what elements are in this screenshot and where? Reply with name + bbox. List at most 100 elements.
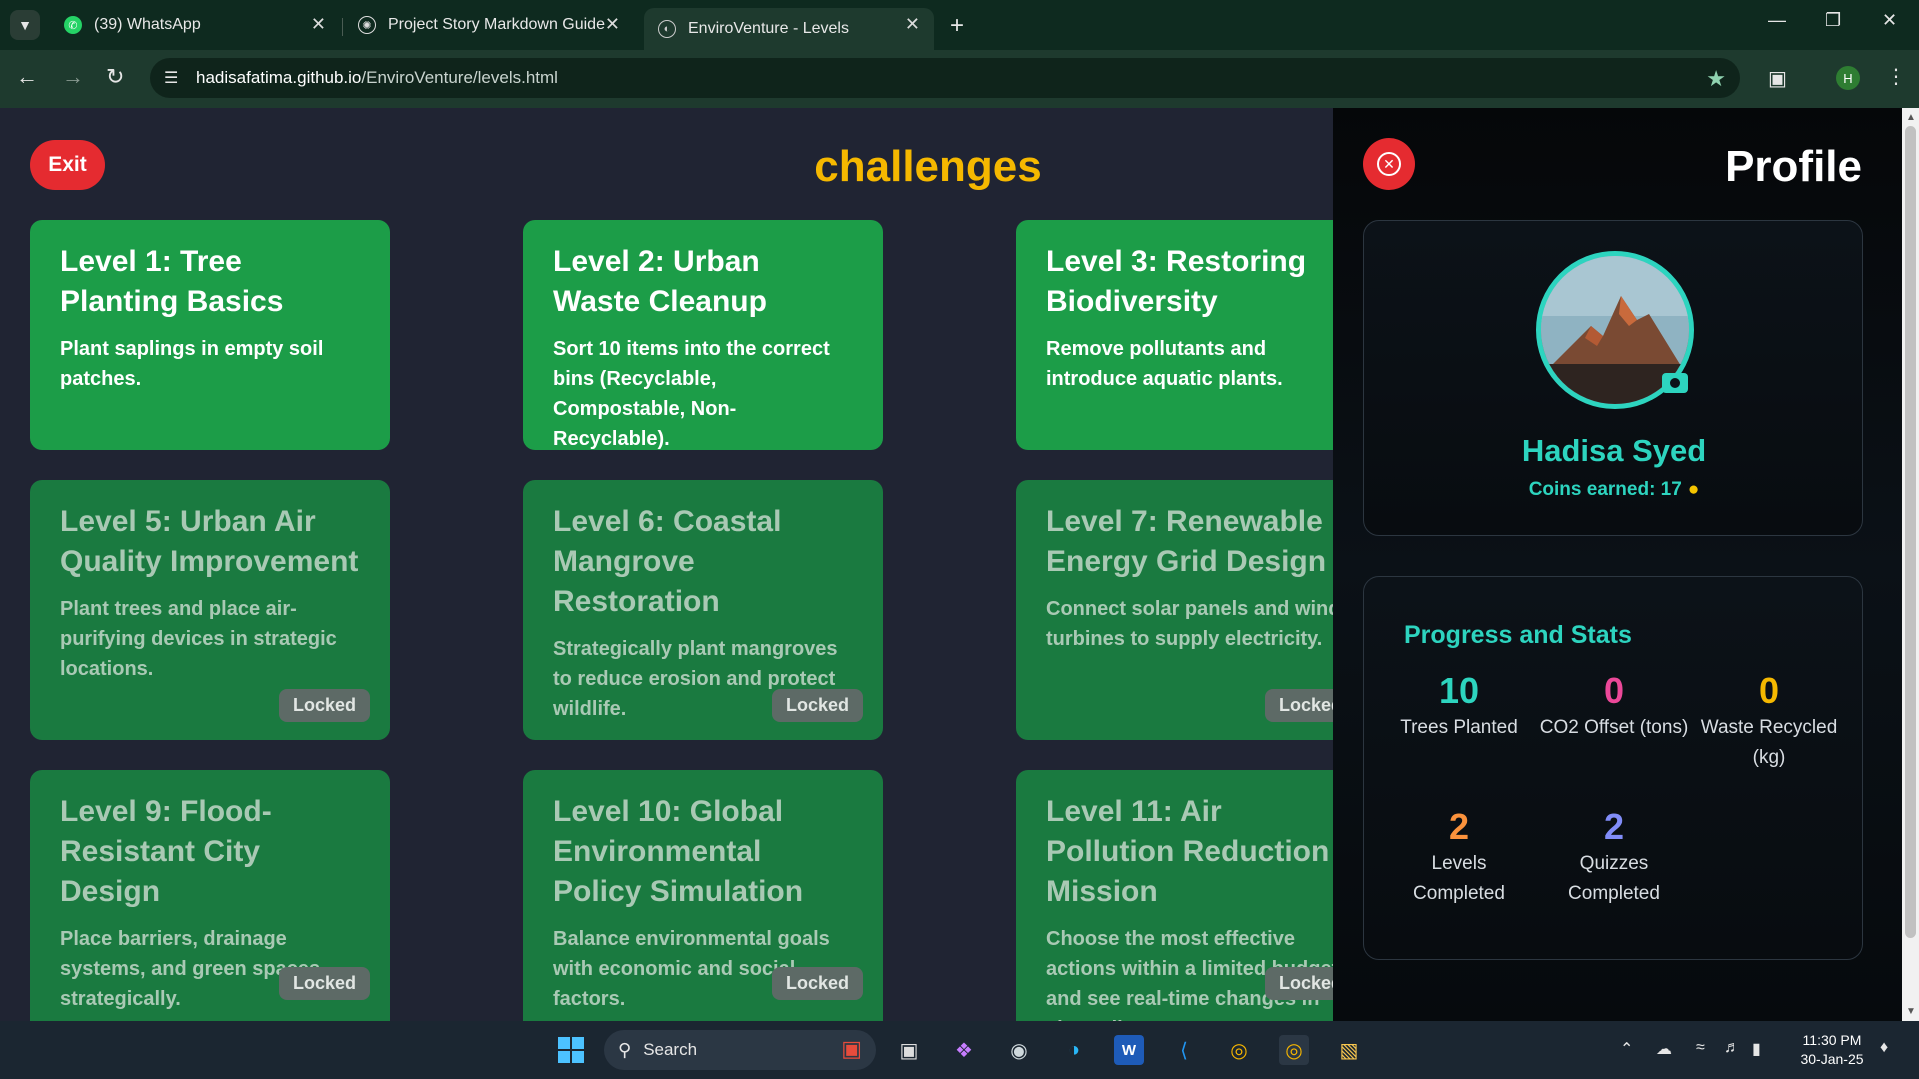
word-icon[interactable]: W [1114, 1035, 1144, 1065]
back-arrow-icon[interactable]: ← [16, 64, 38, 90]
close-profile-button[interactable]: ✕ [1363, 138, 1415, 190]
menu-kebab-icon[interactable]: ⋮ [1886, 64, 1906, 89]
address-bar[interactable]: ☰ hadisafatima.github.io/EnviroVenture/l… [150, 58, 1740, 98]
stat-label: Levels Completed [1413, 853, 1505, 904]
browser-toolbar: ← → ↻ ☰ hadisafatima.github.io/EnviroVen… [0, 50, 1919, 108]
level-card[interactable]: Level 1: Tree Planting Basics Plant sapl… [30, 220, 390, 450]
page-scrollbar[interactable]: ▲ ▼ [1902, 108, 1919, 1021]
level-description: Remove pollutants and introduce aquatic … [1046, 338, 1283, 390]
profile-panel: ✕ Profile Hadisa Syed Coins earned: 17● [1333, 108, 1902, 1021]
level-card-locked[interactable]: Level 11: Air Pollution Reduction Missio… [1016, 770, 1376, 1021]
stat-trees-planted: 10 Trees Planted [1384, 669, 1534, 743]
level-card[interactable]: Level 3: Restoring Biodiversity Remove p… [1016, 220, 1376, 450]
level-title: Level 2: Urban Waste Cleanup [553, 245, 767, 318]
stat-waste-recycled: 0 Waste Recycled (kg) [1694, 669, 1844, 773]
level-card-locked[interactable]: Level 9: Flood-Resistant City Design Pla… [30, 770, 390, 1021]
stat-value: 10 [1438, 670, 1480, 711]
tab-enviroventure[interactable]: ◐ EnviroVenture - Levels ✕ [644, 8, 934, 50]
chrome-profile-icon[interactable]: ◎ [1279, 1035, 1309, 1065]
file-explorer-icon[interactable]: ▧ [1334, 1035, 1364, 1065]
locked-badge: Locked [278, 689, 370, 722]
url-text[interactable]: hadisafatima.github.io/EnviroVenture/lev… [196, 68, 558, 88]
windows-start-icon[interactable] [556, 1035, 586, 1065]
scroll-down-icon[interactable]: ▼ [1906, 1006, 1916, 1017]
scroll-up-icon[interactable]: ▲ [1906, 112, 1916, 123]
system-clock[interactable]: 11:30 PM 30-Jan-25 [1782, 1031, 1882, 1069]
stat-levels-completed: 2 Levels Completed [1384, 805, 1534, 909]
volume-icon[interactable]: ♬ [1724, 1039, 1740, 1057]
chrome-icon[interactable]: ◎ [1224, 1035, 1254, 1065]
extensions-icon[interactable]: ▣ [1768, 66, 1787, 91]
tab-project-story[interactable]: ✺ Project Story Markdown Guide ✕ [344, 8, 634, 42]
tab-separator [342, 18, 343, 36]
user-card: Hadisa Syed Coins earned: 17 ● [1363, 220, 1863, 536]
tab-search-button[interactable]: ▼ [10, 10, 40, 40]
level-title: Level 11: Air Pollution Reduction Missio… [1046, 795, 1330, 908]
profile-avatar[interactable]: H [1836, 66, 1860, 90]
stat-label: Quizzes Completed [1568, 853, 1660, 904]
minimize-icon[interactable]: — [1768, 10, 1786, 31]
stat-label: Trees Planted [1400, 717, 1518, 738]
camera-app-icon[interactable]: ◉ [1004, 1035, 1034, 1065]
level-description: Plant trees and place air-purifying devi… [60, 598, 337, 680]
copilot-icon[interactable]: ❖ [949, 1035, 979, 1065]
taskbar-search[interactable]: ⚲ Search ▣ [604, 1030, 876, 1070]
stat-label: CO2 Offset (tons) [1539, 717, 1689, 738]
close-icon[interactable]: ✕ [905, 14, 920, 35]
camera-icon[interactable] [1662, 373, 1688, 393]
chevron-up-icon[interactable]: ⌃ [1620, 1039, 1633, 1059]
edge-icon[interactable]: ◑ [1059, 1035, 1089, 1065]
level-card-locked[interactable]: Level 5: Urban Air Quality Improvement P… [30, 480, 390, 740]
locked-badge: Locked [771, 689, 863, 722]
stat-value: 0 [1758, 670, 1780, 711]
tab-title: Project Story Markdown Guide [388, 16, 605, 33]
stat-value: 2 [1603, 806, 1625, 847]
site-settings-icon[interactable]: ☰ [164, 68, 178, 88]
close-icon[interactable]: ✕ [311, 14, 326, 35]
level-description: Sort 10 items into the correct bins (Rec… [553, 338, 830, 450]
notification-bell-icon[interactable]: ♦ [1880, 1039, 1888, 1057]
page-viewport: Exit challenges Level 1: Tree Planting B… [0, 108, 1902, 1021]
stats-card: Progress and Stats 10 Trees Planted 0 CO… [1363, 576, 1863, 960]
restore-icon[interactable]: ❐ [1825, 10, 1841, 31]
clock-date: 30-Jan-25 [1800, 1051, 1864, 1067]
search-icon: ⚲ [618, 1039, 632, 1060]
clock-time: 11:30 PM [1802, 1032, 1862, 1048]
battery-icon[interactable]: ▮ [1752, 1039, 1761, 1059]
vscode-icon[interactable]: ⟨ [1169, 1035, 1199, 1065]
wifi-icon[interactable]: ≈ [1696, 1039, 1705, 1057]
stat-value: 0 [1603, 670, 1625, 711]
profile-title: Profile [1725, 142, 1862, 191]
weather-icon[interactable]: ☁ [1656, 1039, 1672, 1059]
level-card[interactable]: Level 2: Urban Waste Cleanup Sort 10 ite… [523, 220, 883, 450]
new-tab-button[interactable]: + [950, 12, 964, 40]
window-close-icon[interactable]: ✕ [1882, 10, 1897, 31]
tab-whatsapp[interactable]: ✆ (39) WhatsApp ✕ [50, 8, 340, 42]
exit-button[interactable]: Exit [30, 140, 105, 190]
gift-icon: ▣ [841, 1036, 862, 1061]
level-title: Level 7: Renewable Energy Grid Design [1046, 505, 1327, 578]
stat-quizzes-completed: 2 Quizzes Completed [1539, 805, 1689, 909]
level-title: Level 1: Tree Planting Basics [60, 245, 284, 318]
bookmark-star-icon[interactable]: ★ [1706, 66, 1726, 92]
forward-arrow-icon[interactable]: → [62, 64, 84, 90]
level-card-locked[interactable]: Level 7: Renewable Energy Grid Design Co… [1016, 480, 1376, 740]
locked-badge: Locked [771, 967, 863, 1000]
task-view-icon[interactable]: ▣ [894, 1035, 924, 1065]
close-icon[interactable]: ✕ [605, 14, 620, 35]
reload-icon[interactable]: ↻ [106, 64, 124, 90]
level-title: Level 9: Flood-Resistant City Design [60, 795, 272, 908]
coins-icon: ● [1687, 479, 1700, 500]
level-title: Level 10: Global Environmental Policy Si… [553, 795, 804, 908]
level-card-locked[interactable]: Level 6: Coastal Mangrove Restoration St… [523, 480, 883, 740]
level-title: Level 6: Coastal Mangrove Restoration [553, 505, 782, 618]
level-card-locked[interactable]: Level 10: Global Environmental Policy Si… [523, 770, 883, 1021]
chevron-down-icon: ▼ [18, 17, 32, 33]
windows-taskbar: ⚲ Search ▣ ▣ ❖ ◉ ◑ W ⟨ ◎ ◎ ▧ ⌃ ☁ ≈ ♬ ▮ 1… [0, 1021, 1919, 1079]
globe-icon: ◐ [658, 20, 676, 38]
stats-title: Progress and Stats [1404, 621, 1632, 649]
tab-title: (39) WhatsApp [94, 16, 201, 33]
stat-label: Waste Recycled (kg) [1700, 717, 1838, 768]
locked-badge: Locked [278, 967, 370, 1000]
scroll-thumb[interactable] [1905, 126, 1916, 938]
